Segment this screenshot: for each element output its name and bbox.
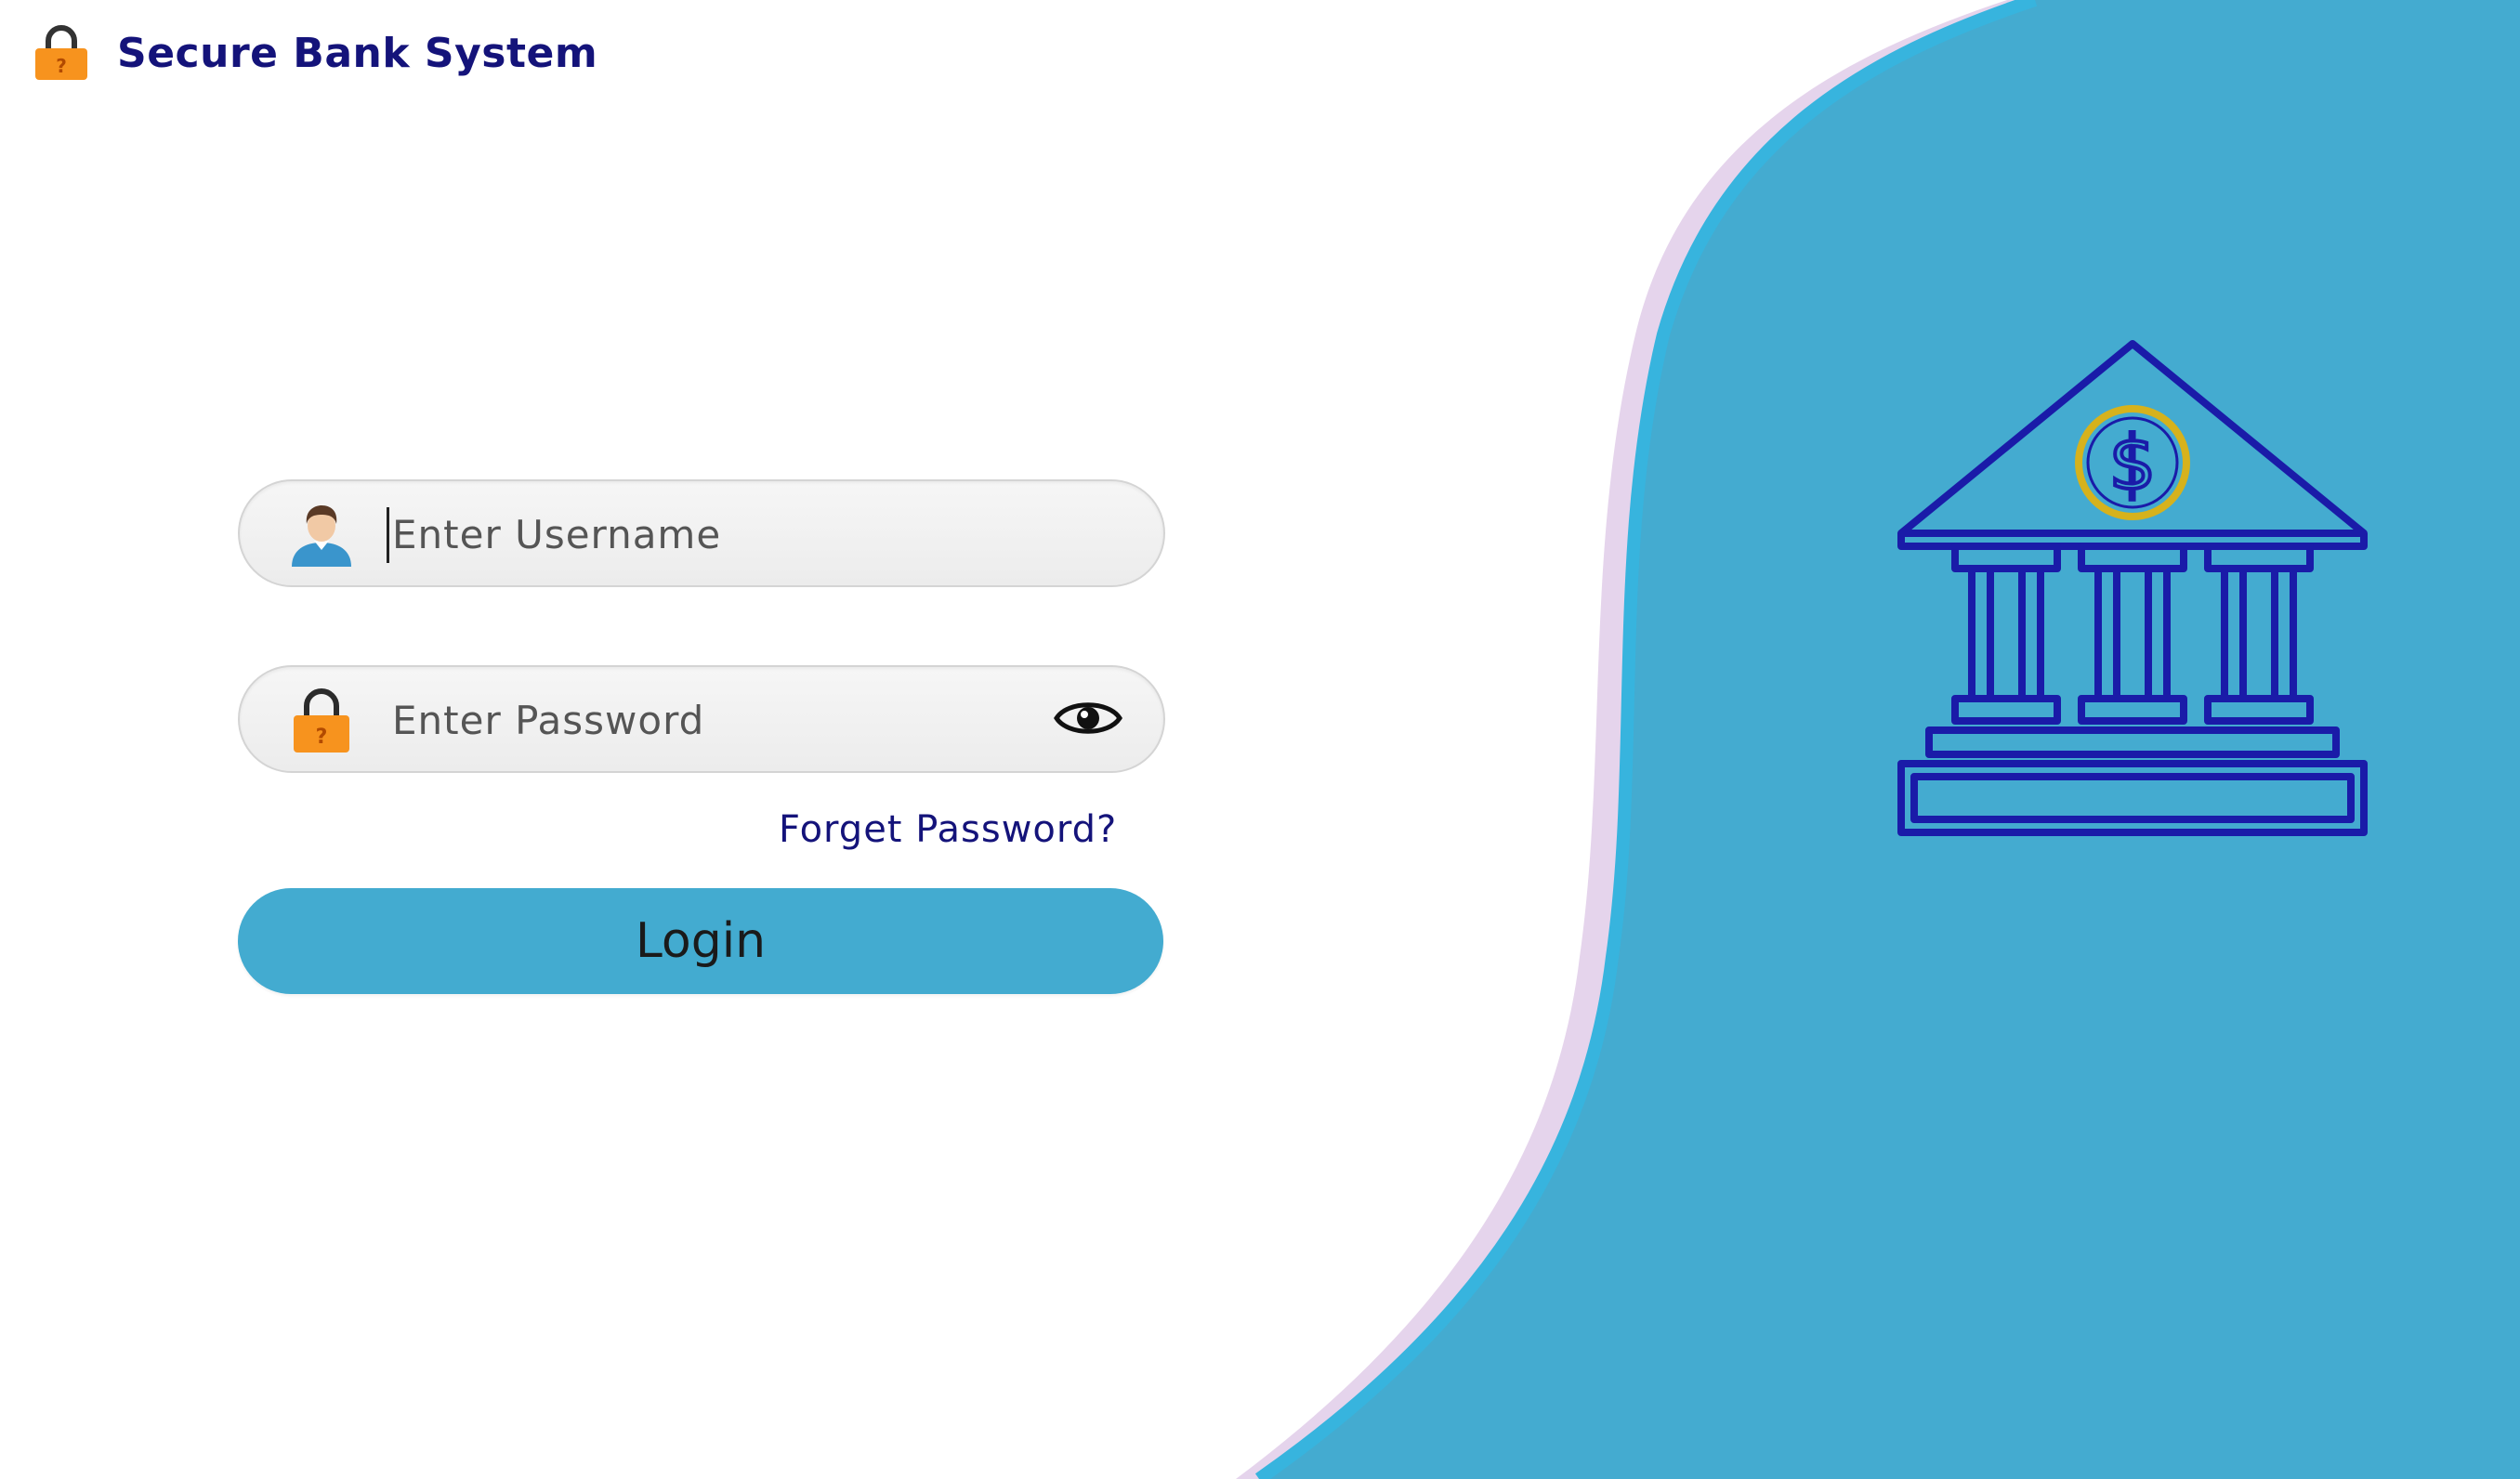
svg-text:?: ?	[56, 55, 67, 77]
app-title: Secure Bank System	[117, 29, 598, 77]
app-header: ? Secure Bank System	[32, 24, 597, 82]
password-field-container: ?	[238, 665, 1165, 773]
login-button[interactable]: Login	[238, 888, 1163, 994]
user-avatar-icon	[292, 505, 351, 567]
login-page: ? Secure Bank System ? Forget Password? …	[0, 0, 2520, 1479]
lock-icon: ?	[294, 688, 349, 753]
bank-building-icon: $	[1897, 340, 2368, 836]
forgot-password-link[interactable]: Forget Password?	[779, 808, 1117, 851]
eye-icon[interactable]	[1054, 695, 1122, 741]
username-input[interactable]	[388, 504, 1043, 565]
lock-icon: ?	[35, 25, 87, 80]
svg-text:$: $	[2109, 420, 2157, 506]
username-field-container	[238, 479, 1165, 587]
svg-text:?: ?	[316, 726, 328, 749]
password-input[interactable]	[388, 689, 1043, 751]
